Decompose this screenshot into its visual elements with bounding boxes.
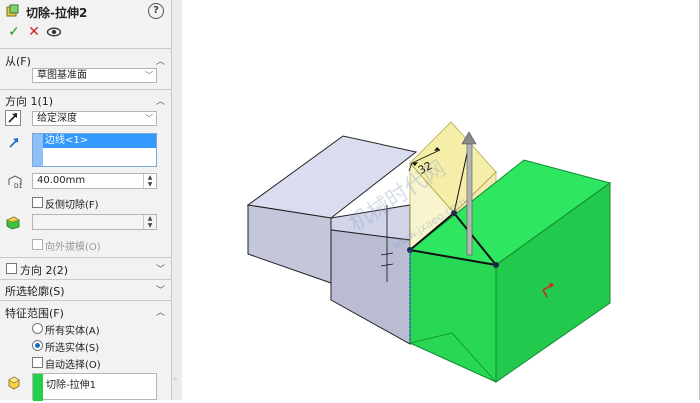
ok-button[interactable]: ✓: [6, 24, 22, 40]
expand-chevron-icon[interactable]: ﹀: [156, 262, 165, 275]
separator: [0, 48, 172, 49]
graphics-viewport[interactable]: 32 机械时代网 www.jxaeo.com: [182, 0, 699, 400]
cut-body-front-face: [409, 249, 497, 383]
flip-side-checkbox[interactable]: [32, 197, 43, 208]
help-button[interactable]: ?: [148, 3, 164, 19]
direction1-section-header[interactable]: 方向 1(1): [5, 93, 53, 109]
from-combo[interactable]: 草图基准面 ﹀: [32, 68, 157, 83]
collapse-chevron-icon[interactable]: ︿: [156, 54, 165, 67]
sketch-point: [493, 262, 499, 268]
extrude-arrow-shaft: [466, 142, 473, 256]
chevron-down-icon: ﹀: [145, 114, 153, 123]
cancel-button[interactable]: ✕: [26, 24, 42, 40]
all-bodies-label: 所有实体(A): [45, 326, 100, 337]
depth-dimension-icon: D1: [8, 175, 23, 189]
direction-arrow-icon: [9, 138, 18, 148]
direction2-section-header[interactable]: 方向 2(2): [20, 262, 68, 278]
selection-color-swatch: [33, 134, 43, 166]
selected-bodies-label: 所选实体(S): [45, 343, 100, 354]
resize-handle-icon[interactable]: ◦: [173, 375, 178, 384]
separator: [0, 257, 172, 258]
extrude-cut-icon: [6, 4, 19, 17]
end-condition-value: 给定深度: [37, 113, 77, 124]
spin-arrows: ▲ ▼: [143, 215, 156, 229]
preview-eye-icon[interactable]: [46, 24, 62, 40]
expand-chevron-icon[interactable]: ﹀: [156, 283, 165, 296]
direction2-checkbox[interactable]: [6, 263, 17, 274]
reverse-direction-button[interactable]: [5, 110, 21, 126]
depth-input[interactable]: 40.00mm ▲ ▼: [32, 173, 157, 189]
collapse-chevron-icon[interactable]: ︿: [156, 94, 165, 107]
selected-bodies-radio[interactable]: [32, 340, 43, 351]
from-section-header[interactable]: 从(F): [5, 53, 31, 69]
solid-body-icon: [8, 376, 20, 390]
auto-select-label: 自动选择(O): [45, 360, 101, 371]
direction-reference-list[interactable]: 边线<1>: [32, 133, 157, 167]
separator: [0, 300, 172, 301]
flip-side-label: 反侧切除(F): [45, 200, 99, 211]
chevron-down-icon: ﹀: [145, 71, 153, 80]
collapse-chevron-icon[interactable]: ︿: [156, 305, 165, 318]
selected-edge-item[interactable]: 边线<1>: [43, 134, 156, 148]
bodies-list[interactable]: 切除-拉伸1: [32, 373, 157, 401]
auto-select-checkbox[interactable]: [32, 357, 43, 368]
depth-value: 40.00mm: [37, 175, 86, 186]
draft-angle-input: ▲ ▼: [32, 214, 157, 230]
selected-contours-header[interactable]: 所选轮廓(S): [5, 283, 65, 299]
draft-outward-label: 向外拔模(O): [45, 242, 101, 253]
draft-button[interactable]: [5, 214, 21, 230]
spin-arrows[interactable]: ▲ ▼: [143, 174, 156, 188]
feature-title: 切除-拉伸2: [26, 6, 88, 20]
from-combo-value: 草图基准面: [37, 70, 87, 81]
all-bodies-radio[interactable]: [32, 323, 43, 334]
feature-scope-header[interactable]: 特征范围(F): [5, 305, 64, 321]
model-view: 32 机械时代网 www.jxaeo.com: [246, 121, 612, 383]
property-manager: 切除-拉伸2 ? ✓ ✕ 从(F) ︿ 草图基准面 ﹀ 方向 1(1) ︿ 给定…: [0, 0, 172, 401]
reverse-direction-icon: [8, 113, 17, 123]
part-front-face: [247, 204, 332, 284]
separator: [0, 279, 172, 280]
draft-outward-checkbox: [32, 239, 43, 250]
svg-text:D1: D1: [14, 183, 23, 189]
end-condition-combo[interactable]: 给定深度 ﹀: [32, 111, 157, 126]
draft-icon: [6, 216, 20, 230]
separator: [0, 89, 172, 90]
body-list-item[interactable]: 切除-拉伸1: [46, 376, 96, 391]
body-color-swatch: [33, 374, 43, 401]
